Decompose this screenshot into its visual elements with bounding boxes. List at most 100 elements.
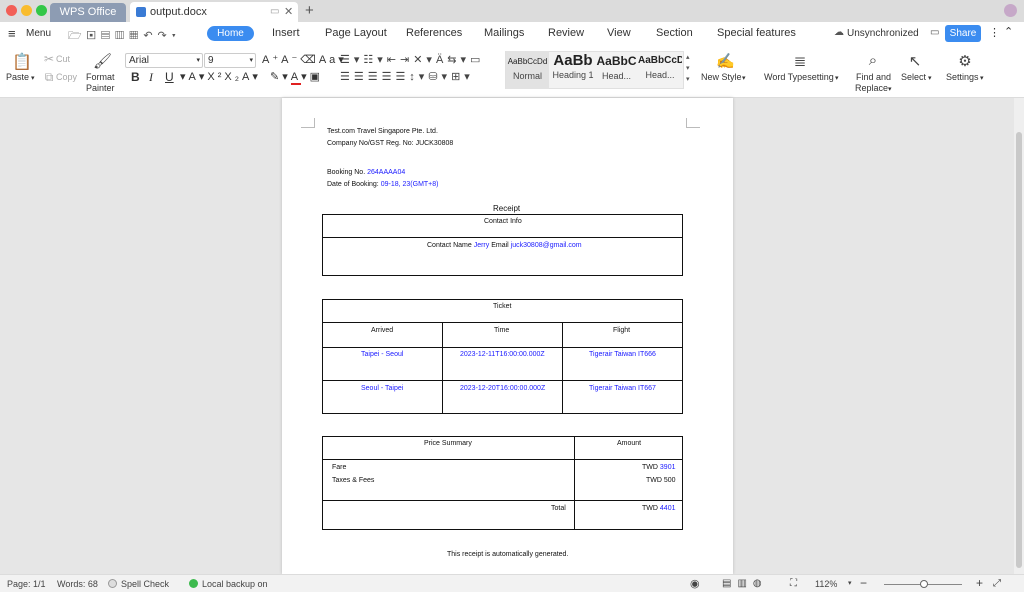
find-replace-icon[interactable]: ⌕ [866, 52, 880, 69]
fare-label: Fare [332, 464, 347, 471]
tab-insert[interactable]: Insert [272, 27, 300, 39]
tab-document[interactable]: output.docx ▭ ✕ [130, 2, 298, 22]
alignment-icons[interactable]: ☰☰☰☰☰↕▾⛁▾⊞▾ [340, 70, 474, 83]
font-size-select[interactable]: 9 ▾ [204, 53, 256, 68]
avatar[interactable] [1004, 4, 1017, 17]
paste-icon[interactable]: 📋 [12, 52, 32, 72]
page-count[interactable]: Page: 1/1 [7, 579, 46, 589]
find-replace-label-1[interactable]: Find and [856, 72, 891, 83]
cut-button[interactable]: Cut [56, 54, 70, 65]
menu-button[interactable]: Menu [26, 28, 51, 39]
booking-number: 264AAAA04 [367, 169, 406, 176]
word-count[interactable]: Words: 68 [57, 579, 98, 589]
share-button[interactable]: Share [945, 25, 981, 42]
select-icon[interactable]: ↖ [908, 52, 922, 70]
contact-name-label: Contact Name [427, 242, 472, 249]
find-replace-label-2[interactable]: Replace [855, 83, 888, 94]
spell-check-icon [108, 579, 117, 588]
select-button[interactable]: Select [901, 72, 926, 83]
table-divider [322, 347, 683, 348]
close-tab-icon[interactable]: ✕ [284, 2, 293, 22]
style-scroll-icons[interactable]: ▴ ▾ ▾ [686, 52, 690, 85]
fare-value: 3901 [659, 464, 676, 471]
select-dropdown-icon[interactable]: ▾ [928, 74, 932, 82]
scrollbar-thumb[interactable] [1016, 132, 1022, 568]
document-canvas[interactable]: Test.com Travel Singapore Pte. Ltd. Comp… [0, 98, 1024, 574]
tab-view[interactable]: View [607, 27, 631, 39]
font-size-adjust-icons[interactable]: A⁺A⁻⌫Aa▾ [262, 53, 347, 66]
backup-status[interactable]: Local backup on [202, 579, 268, 589]
margin-mark [686, 118, 700, 128]
more-icon[interactable]: ⋮ [989, 26, 1000, 39]
tab-section[interactable]: Section [656, 27, 693, 39]
font-effects-icons[interactable]: ▾A▾X²X₂A▾ [180, 70, 261, 83]
font-name-select[interactable]: Arial ▾ [125, 53, 203, 68]
new-style-dropdown-icon[interactable]: ▾ [742, 74, 746, 82]
underline-icon[interactable]: U [165, 70, 174, 84]
copy-icon[interactable]: ⧉ [42, 70, 56, 85]
format-painter-label-2[interactable]: Painter [86, 83, 115, 94]
find-replace-dropdown-icon[interactable]: ▾ [888, 85, 892, 93]
word-typesetting-button[interactable]: Word Typesetting [764, 72, 834, 83]
eye-protection-icon[interactable]: ◉ [690, 577, 700, 590]
word-typesetting-icon[interactable]: ≣ [793, 52, 807, 70]
highlight-color-icons[interactable]: ✎▾A▾▣ [270, 70, 323, 85]
tab-home[interactable]: Home [207, 26, 254, 41]
ticket-route: Taipei - Seoul [361, 351, 404, 358]
new-style-icon[interactable]: ✍ [716, 52, 735, 70]
tab-review[interactable]: Review [548, 27, 584, 39]
new-style-button[interactable]: New Style [701, 72, 742, 83]
zoom-window-button[interactable] [36, 5, 47, 16]
style-heading-3[interactable]: AaBbCcD Head... [638, 51, 682, 89]
bold-icon[interactable]: B [131, 70, 140, 84]
footer-note: This receipt is automatically generated. [447, 551, 569, 558]
document-page[interactable]: Test.com Travel Singapore Pte. Ltd. Comp… [282, 98, 733, 574]
paste-button[interactable]: Paste [6, 72, 29, 83]
collapse-ribbon-icon[interactable]: ⌃ [1004, 25, 1013, 38]
ticket-col-time: Time [494, 327, 510, 334]
zoom-in-button[interactable]: + [976, 576, 983, 590]
new-tab-button[interactable]: + [305, 2, 314, 19]
view-mode-icons[interactable]: ▤▥◍ [722, 578, 768, 589]
fullscreen-icon[interactable]: ⤢ [993, 578, 1001, 589]
sync-status[interactable]: Unsynchronized [847, 28, 919, 39]
comment-icon[interactable]: ▭ [930, 27, 939, 38]
format-painter-icon[interactable]: 🖌 [93, 52, 112, 70]
window-mode-icon[interactable]: ▭ [270, 2, 279, 22]
settings-icon[interactable]: ⚙ [958, 52, 972, 70]
tab-page-layout[interactable]: Page Layout [325, 27, 387, 39]
settings-dropdown-icon[interactable]: ▾ [980, 74, 984, 82]
italic-icon[interactable]: I [149, 70, 153, 85]
chevron-down-icon: ▾ [196, 57, 200, 64]
table-divider [322, 380, 683, 381]
style-heading-1[interactable]: AaBb Heading 1 [550, 51, 596, 89]
tab-special-features[interactable]: Special features [717, 27, 796, 39]
style-normal[interactable]: AaBbCcDd Normal [506, 51, 549, 89]
paste-dropdown-icon[interactable]: ▾ [31, 74, 35, 82]
total-currency: TWD [642, 505, 658, 512]
tab-wps-office[interactable]: WPS Office [50, 3, 126, 22]
spell-check-button[interactable]: Spell Check [121, 579, 169, 589]
copy-button[interactable]: Copy [56, 72, 77, 83]
contact-name: Jerry [473, 242, 490, 249]
zoom-level[interactable]: 112% [815, 579, 837, 589]
date-value: 09-18, 23(GMT+8) [380, 181, 439, 188]
minimize-window-button[interactable] [21, 5, 32, 16]
fees-label: Taxes & Fees [332, 477, 375, 484]
style-heading-2[interactable]: AaBbC Head... [596, 51, 637, 89]
settings-button[interactable]: Settings [946, 72, 979, 83]
zoom-slider-handle[interactable] [920, 580, 928, 588]
tab-mailings[interactable]: Mailings [484, 27, 524, 39]
tab-references[interactable]: References [406, 27, 462, 39]
word-typesetting-dropdown-icon[interactable]: ▾ [835, 74, 839, 82]
close-window-button[interactable] [6, 5, 17, 16]
list-indent-icons[interactable]: ☰▾☷▾⇤⇥✕▾Ä⇆▾▭ [340, 53, 484, 66]
zoom-dropdown-icon[interactable]: ▾ [848, 579, 852, 587]
fit-page-icon[interactable]: ⛶ [790, 578, 797, 589]
quick-access-icons[interactable]: 🗁▣▤▥▦↶↷▾ [68, 27, 181, 46]
cut-icon[interactable]: ✂ [42, 52, 56, 66]
format-painter-label-1[interactable]: Format [86, 72, 115, 83]
vertical-scrollbar[interactable] [1014, 98, 1024, 574]
zoom-out-button[interactable]: − [860, 576, 867, 590]
hamburger-icon[interactable]: ≡ [8, 26, 16, 41]
